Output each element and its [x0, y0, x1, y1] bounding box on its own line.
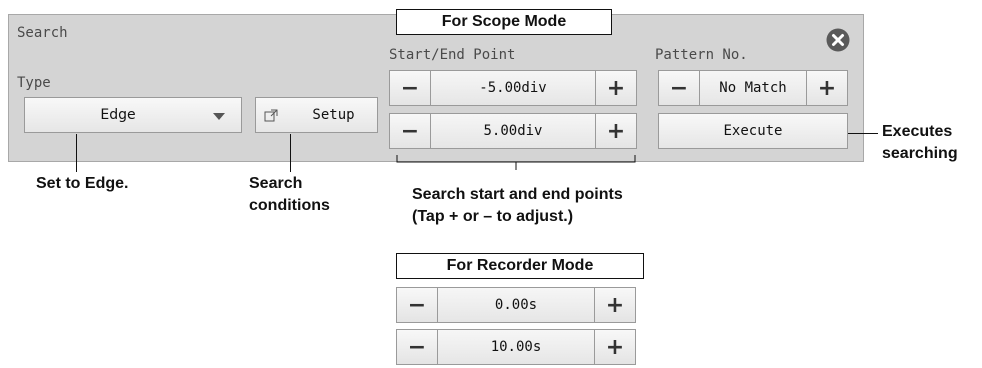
scope-mode-label: For Scope Mode: [396, 9, 612, 35]
execute-button[interactable]: Execute: [658, 113, 848, 149]
recorder-start-minus-button[interactable]: −: [396, 287, 438, 323]
recorder-start-value[interactable]: 0.00s: [438, 287, 594, 323]
pattern-no-value[interactable]: No Match: [700, 70, 806, 106]
recorder-end-stepper: − 10.00s +: [396, 329, 636, 365]
panel-title: Search: [17, 25, 68, 41]
pattern-no-label: Pattern No.: [655, 47, 748, 63]
end-point-value[interactable]: 5.00div: [431, 113, 595, 149]
search-panel: Search Type Edge Setup Start/End Point −…: [8, 14, 864, 162]
type-dropdown[interactable]: Edge: [24, 97, 242, 133]
type-value: Edge: [100, 107, 136, 123]
recorder-end-minus-button[interactable]: −: [396, 329, 438, 365]
start-minus-button[interactable]: −: [389, 70, 431, 106]
recorder-end-value[interactable]: 10.00s: [438, 329, 594, 365]
start-point-stepper: − -5.00div +: [389, 70, 637, 106]
type-label: Type: [17, 75, 51, 91]
setup-button[interactable]: Setup: [255, 97, 378, 133]
points-annotation-line1: Search start and end points: [412, 186, 623, 203]
points-annotation-line2: (Tap + or – to adjust.): [412, 208, 574, 225]
close-icon[interactable]: [826, 28, 850, 52]
pattern-no-stepper: − No Match +: [658, 70, 848, 106]
pattern-minus-button[interactable]: −: [658, 70, 700, 106]
start-plus-button[interactable]: +: [595, 70, 637, 106]
recorder-mode-label: For Recorder Mode: [396, 253, 644, 279]
recorder-start-stepper: − 0.00s +: [396, 287, 636, 323]
end-minus-button[interactable]: −: [389, 113, 431, 149]
execute-callout-line: [848, 133, 878, 134]
setup-label: Setup: [312, 107, 355, 123]
recorder-end-plus-button[interactable]: +: [594, 329, 636, 365]
type-callout-line: [76, 134, 77, 172]
recorder-start-plus-button[interactable]: +: [594, 287, 636, 323]
execute-annotation-line2: searching: [882, 145, 958, 162]
external-window-icon: [264, 109, 278, 122]
setup-callout-line: [290, 134, 291, 172]
start-point-value[interactable]: -5.00div: [431, 70, 595, 106]
start-end-brace: [396, 155, 636, 170]
setup-annotation-line2: conditions: [249, 197, 330, 214]
execute-annotation-line1: Executes: [882, 123, 953, 140]
start-end-point-label: Start/End Point: [389, 47, 516, 63]
type-annotation: Set to Edge.: [36, 175, 129, 192]
chevron-down-icon: [213, 113, 225, 120]
pattern-plus-button[interactable]: +: [806, 70, 848, 106]
end-point-stepper: − 5.00div +: [389, 113, 637, 149]
setup-annotation-line1: Search: [249, 175, 303, 192]
end-plus-button[interactable]: +: [595, 113, 637, 149]
